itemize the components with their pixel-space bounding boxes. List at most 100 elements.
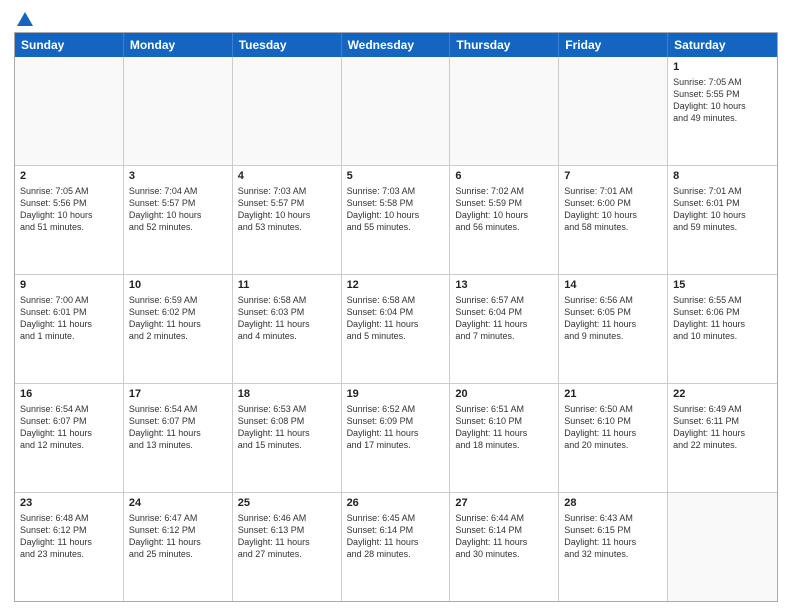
cell-info: Sunrise: 6:48 AM Sunset: 6:12 PM Dayligh… [20,512,118,561]
cell-info: Sunrise: 6:43 AM Sunset: 6:15 PM Dayligh… [564,512,662,561]
cell-info: Sunrise: 6:49 AM Sunset: 6:11 PM Dayligh… [673,403,772,452]
cell-info: Sunrise: 6:58 AM Sunset: 6:03 PM Dayligh… [238,294,336,343]
day-number: 11 [238,278,336,293]
day-number: 26 [347,496,445,511]
day-number: 27 [455,496,553,511]
day-number: 9 [20,278,118,293]
cell-info: Sunrise: 6:45 AM Sunset: 6:14 PM Dayligh… [347,512,445,561]
calendar-cell: 28Sunrise: 6:43 AM Sunset: 6:15 PM Dayli… [559,493,668,601]
calendar-cell: 14Sunrise: 6:56 AM Sunset: 6:05 PM Dayli… [559,275,668,383]
calendar-row: 2Sunrise: 7:05 AM Sunset: 5:56 PM Daylig… [15,165,777,274]
calendar-cell [559,57,668,165]
calendar: SundayMondayTuesdayWednesdayThursdayFrid… [14,32,778,602]
weekday-header: Sunday [15,33,124,57]
cell-info: Sunrise: 7:00 AM Sunset: 6:01 PM Dayligh… [20,294,118,343]
day-number: 6 [455,169,553,184]
day-number: 13 [455,278,553,293]
day-number: 3 [129,169,227,184]
calendar-cell: 27Sunrise: 6:44 AM Sunset: 6:14 PM Dayli… [450,493,559,601]
cell-info: Sunrise: 6:54 AM Sunset: 6:07 PM Dayligh… [129,403,227,452]
calendar-cell: 13Sunrise: 6:57 AM Sunset: 6:04 PM Dayli… [450,275,559,383]
cell-info: Sunrise: 7:05 AM Sunset: 5:55 PM Dayligh… [673,76,772,125]
cell-info: Sunrise: 7:04 AM Sunset: 5:57 PM Dayligh… [129,185,227,234]
day-number: 8 [673,169,772,184]
cell-info: Sunrise: 6:50 AM Sunset: 6:10 PM Dayligh… [564,403,662,452]
day-number: 25 [238,496,336,511]
calendar-cell: 21Sunrise: 6:50 AM Sunset: 6:10 PM Dayli… [559,384,668,492]
day-number: 15 [673,278,772,293]
page: SundayMondayTuesdayWednesdayThursdayFrid… [0,0,792,612]
calendar-row: 23Sunrise: 6:48 AM Sunset: 6:12 PM Dayli… [15,492,777,601]
weekday-header: Wednesday [342,33,451,57]
day-number: 16 [20,387,118,402]
day-number: 14 [564,278,662,293]
calendar-cell: 1Sunrise: 7:05 AM Sunset: 5:55 PM Daylig… [668,57,777,165]
calendar-cell [342,57,451,165]
calendar-cell: 3Sunrise: 7:04 AM Sunset: 5:57 PM Daylig… [124,166,233,274]
calendar-body: 1Sunrise: 7:05 AM Sunset: 5:55 PM Daylig… [15,57,777,601]
calendar-cell: 5Sunrise: 7:03 AM Sunset: 5:58 PM Daylig… [342,166,451,274]
calendar-row: 16Sunrise: 6:54 AM Sunset: 6:07 PM Dayli… [15,383,777,492]
calendar-cell: 8Sunrise: 7:01 AM Sunset: 6:01 PM Daylig… [668,166,777,274]
weekday-header: Friday [559,33,668,57]
calendar-row: 9Sunrise: 7:00 AM Sunset: 6:01 PM Daylig… [15,274,777,383]
calendar-cell: 6Sunrise: 7:02 AM Sunset: 5:59 PM Daylig… [450,166,559,274]
cell-info: Sunrise: 6:56 AM Sunset: 6:05 PM Dayligh… [564,294,662,343]
calendar-cell: 17Sunrise: 6:54 AM Sunset: 6:07 PM Dayli… [124,384,233,492]
logo-triangle-icon [16,10,34,28]
weekday-header: Monday [124,33,233,57]
calendar-cell [15,57,124,165]
cell-info: Sunrise: 6:46 AM Sunset: 6:13 PM Dayligh… [238,512,336,561]
weekday-header: Tuesday [233,33,342,57]
cell-info: Sunrise: 7:03 AM Sunset: 5:58 PM Dayligh… [347,185,445,234]
day-number: 10 [129,278,227,293]
calendar-cell: 2Sunrise: 7:05 AM Sunset: 5:56 PM Daylig… [15,166,124,274]
calendar-cell: 12Sunrise: 6:58 AM Sunset: 6:04 PM Dayli… [342,275,451,383]
calendar-cell: 4Sunrise: 7:03 AM Sunset: 5:57 PM Daylig… [233,166,342,274]
calendar-row: 1Sunrise: 7:05 AM Sunset: 5:55 PM Daylig… [15,57,777,165]
calendar-cell [668,493,777,601]
calendar-cell: 16Sunrise: 6:54 AM Sunset: 6:07 PM Dayli… [15,384,124,492]
day-number: 5 [347,169,445,184]
logo [14,10,34,26]
calendar-cell: 10Sunrise: 6:59 AM Sunset: 6:02 PM Dayli… [124,275,233,383]
cell-info: Sunrise: 6:59 AM Sunset: 6:02 PM Dayligh… [129,294,227,343]
cell-info: Sunrise: 7:05 AM Sunset: 5:56 PM Dayligh… [20,185,118,234]
day-number: 24 [129,496,227,511]
day-number: 20 [455,387,553,402]
cell-info: Sunrise: 7:03 AM Sunset: 5:57 PM Dayligh… [238,185,336,234]
cell-info: Sunrise: 6:47 AM Sunset: 6:12 PM Dayligh… [129,512,227,561]
cell-info: Sunrise: 6:52 AM Sunset: 6:09 PM Dayligh… [347,403,445,452]
calendar-cell: 7Sunrise: 7:01 AM Sunset: 6:00 PM Daylig… [559,166,668,274]
day-number: 23 [20,496,118,511]
cell-info: Sunrise: 6:55 AM Sunset: 6:06 PM Dayligh… [673,294,772,343]
day-number: 7 [564,169,662,184]
calendar-cell: 24Sunrise: 6:47 AM Sunset: 6:12 PM Dayli… [124,493,233,601]
day-number: 1 [673,60,772,75]
cell-info: Sunrise: 6:54 AM Sunset: 6:07 PM Dayligh… [20,403,118,452]
calendar-cell [124,57,233,165]
calendar-cell: 20Sunrise: 6:51 AM Sunset: 6:10 PM Dayli… [450,384,559,492]
day-number: 4 [238,169,336,184]
day-number: 18 [238,387,336,402]
cell-info: Sunrise: 6:53 AM Sunset: 6:08 PM Dayligh… [238,403,336,452]
cell-info: Sunrise: 6:44 AM Sunset: 6:14 PM Dayligh… [455,512,553,561]
cell-info: Sunrise: 6:51 AM Sunset: 6:10 PM Dayligh… [455,403,553,452]
calendar-cell [450,57,559,165]
calendar-cell: 18Sunrise: 6:53 AM Sunset: 6:08 PM Dayli… [233,384,342,492]
day-number: 28 [564,496,662,511]
cell-info: Sunrise: 7:01 AM Sunset: 6:01 PM Dayligh… [673,185,772,234]
calendar-cell: 22Sunrise: 6:49 AM Sunset: 6:11 PM Dayli… [668,384,777,492]
day-number: 12 [347,278,445,293]
day-number: 22 [673,387,772,402]
calendar-header: SundayMondayTuesdayWednesdayThursdayFrid… [15,33,777,57]
cell-info: Sunrise: 7:02 AM Sunset: 5:59 PM Dayligh… [455,185,553,234]
day-number: 2 [20,169,118,184]
weekday-header: Saturday [668,33,777,57]
day-number: 21 [564,387,662,402]
calendar-cell: 23Sunrise: 6:48 AM Sunset: 6:12 PM Dayli… [15,493,124,601]
calendar-cell: 26Sunrise: 6:45 AM Sunset: 6:14 PM Dayli… [342,493,451,601]
weekday-header: Thursday [450,33,559,57]
calendar-cell: 11Sunrise: 6:58 AM Sunset: 6:03 PM Dayli… [233,275,342,383]
day-number: 19 [347,387,445,402]
